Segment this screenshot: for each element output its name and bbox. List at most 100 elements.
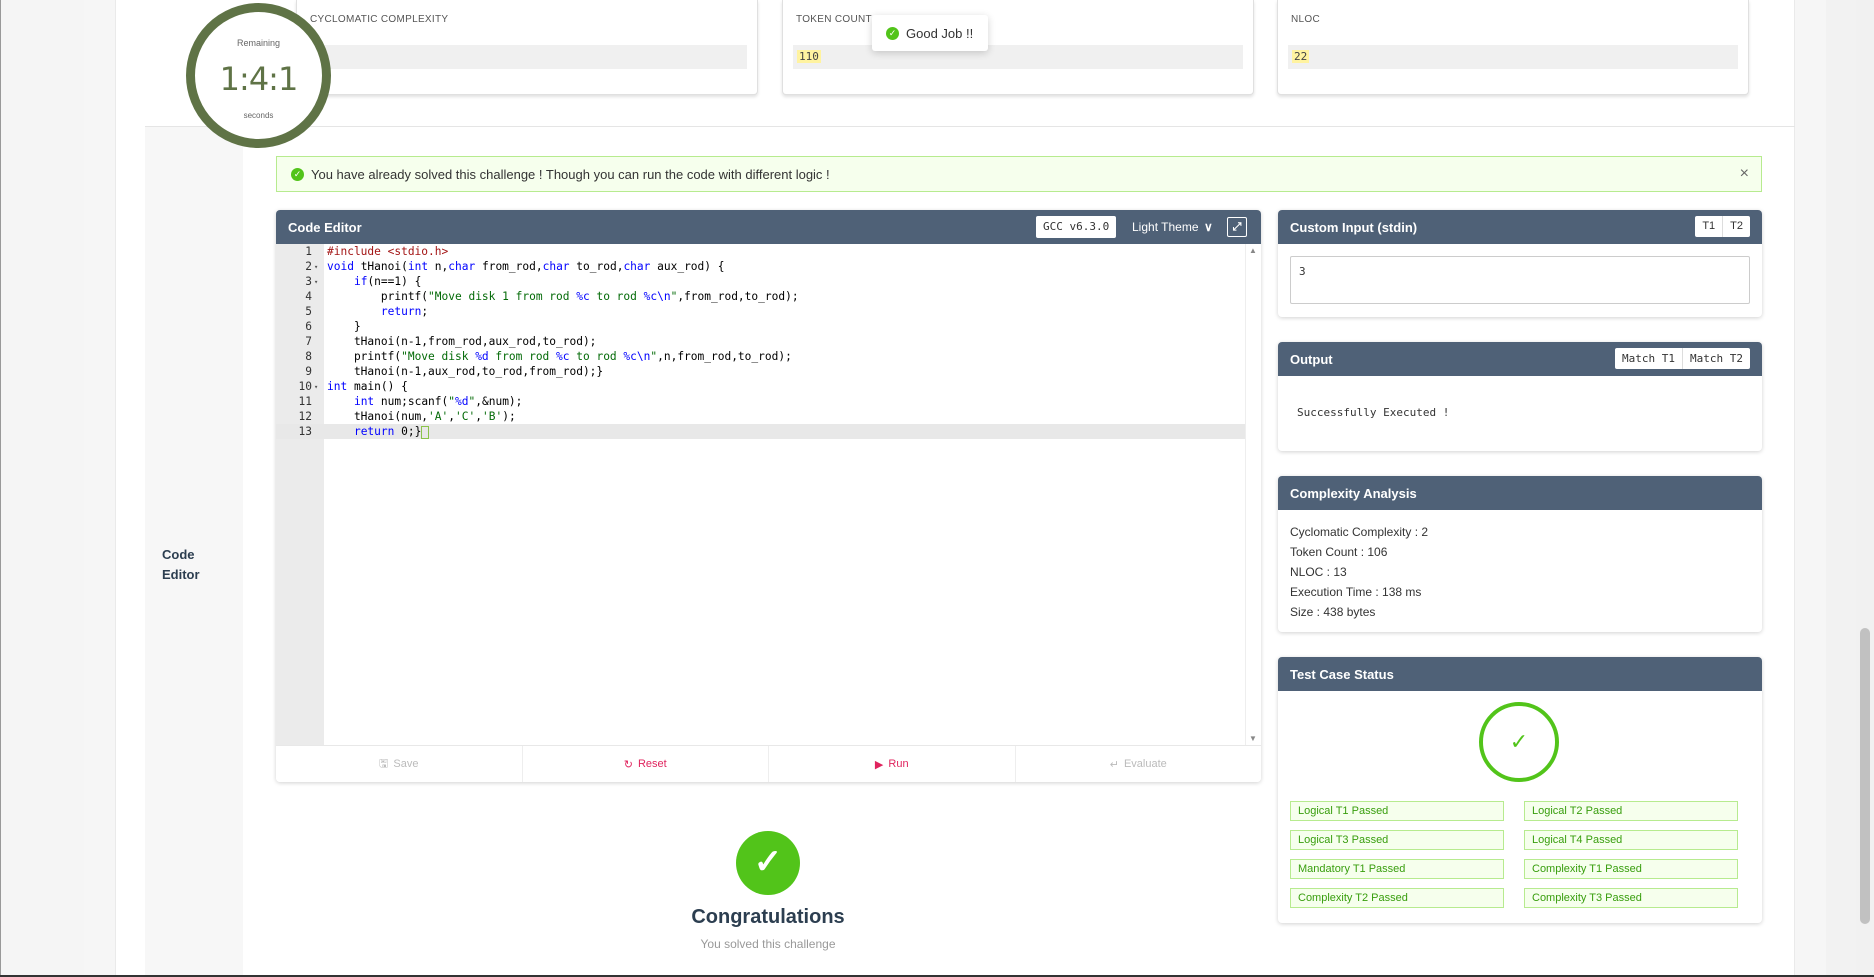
output-panel: Output Match T1 Match T2 Successfully Ex… xyxy=(1278,342,1762,451)
test-tag: Logical T3 Passed xyxy=(1290,830,1504,850)
text-cursor xyxy=(421,425,430,439)
check-circle-icon: ✓ xyxy=(1479,702,1559,782)
editor-scrollbar[interactable]: ▲ ▼ xyxy=(1245,244,1261,745)
code-line: 11 int num;scanf("%d",&num); xyxy=(298,395,523,408)
toast-text: Good Job !! xyxy=(906,25,974,41)
run-button[interactable]: ▶ Run xyxy=(769,746,1016,782)
test-tag: Complexity T3 Passed xyxy=(1524,888,1738,908)
countdown-timer: Remaining 1:4:1 seconds xyxy=(186,3,331,148)
success-check-icon: ✓ xyxy=(736,831,800,895)
metric-bar: 22 xyxy=(1288,45,1738,69)
stdin-test-buttons: T1 T2 xyxy=(1695,216,1750,237)
solved-alert: ✓ You have already solved this challenge… xyxy=(276,156,1762,192)
match-t2-button[interactable]: Match T2 xyxy=(1683,348,1750,369)
test-status-title: Test Case Status xyxy=(1290,666,1394,682)
section-divider xyxy=(145,126,1795,127)
compiler-select[interactable]: GCC v6.3.0 xyxy=(1036,216,1117,238)
t2-button[interactable]: T2 xyxy=(1723,216,1750,237)
editor-title: Code Editor xyxy=(288,219,362,235)
complexity-item: NLOC : 13 xyxy=(1290,565,1347,579)
code-line: 9 tHanoi(n-1,aux_rod,to_rod,from_rod);} xyxy=(305,365,604,378)
congrats-subtitle: You solved this challenge xyxy=(700,937,836,951)
congrats-title: Congratulations xyxy=(691,906,845,928)
chevron-down-icon[interactable]: ∨ xyxy=(1204,210,1213,244)
left-gutter xyxy=(0,0,84,977)
section-label: Code Editor xyxy=(162,547,200,582)
code-line: 7 tHanoi(n-1,from_rod,aux_rod,to_rod); xyxy=(305,335,597,348)
test-tag: Complexity T2 Passed xyxy=(1290,888,1504,908)
output-header: Output Match T1 Match T2 xyxy=(1278,342,1762,376)
scrollbar-thumb[interactable] xyxy=(1860,628,1870,924)
test-status-header: Test Case Status xyxy=(1278,657,1762,691)
play-icon: ▶ xyxy=(874,758,884,771)
complexity-item: Cyclomatic Complexity : 2 xyxy=(1290,525,1429,539)
code-editor-panel: Code Editor GCC v6.3.0 Light Theme ∨ ⤢ ▲… xyxy=(276,210,1261,782)
code-line: 3 ▾ if(n==1) { xyxy=(305,275,422,290)
code-line: 10 ▾ int main() { xyxy=(298,380,408,395)
close-icon[interactable]: × xyxy=(1740,165,1749,183)
stdin-textarea[interactable]: 3 xyxy=(1290,256,1750,304)
output-title: Output xyxy=(1290,351,1333,367)
metric-value: 110 xyxy=(797,50,821,63)
timer-unit: seconds xyxy=(243,111,274,120)
metric-label: CYCLOMATIC COMPLEXITY xyxy=(310,14,449,25)
editor-header: Code Editor GCC v6.3.0 Light Theme ∨ ⤢ xyxy=(276,210,1261,244)
code-line: 5 return; xyxy=(305,305,429,318)
complexity-item: Size : 438 bytes xyxy=(1290,605,1376,619)
code-line-active: 13 return 0;} xyxy=(276,424,1245,439)
test-tag: Logical T4 Passed xyxy=(1524,830,1738,850)
check-circle-icon: ✓ xyxy=(886,26,899,40)
output-text: Successfully Executed ! xyxy=(1297,406,1450,419)
metric-nloc-card: NLOC 22 xyxy=(1277,0,1749,95)
reset-button[interactable]: ↻ Reset xyxy=(523,746,769,782)
metric-bar: 2 xyxy=(307,45,747,69)
scroll-down-icon[interactable]: ▼ xyxy=(1249,734,1257,743)
code-line: 6 } xyxy=(305,320,361,333)
complexity-header: Complexity Analysis xyxy=(1278,476,1762,510)
test-case-status-panel: Test Case Status ✓ Logical T1 Passed Log… xyxy=(1278,657,1762,923)
metric-bar: 110 xyxy=(793,45,1243,69)
stdin-title: Custom Input (stdin) xyxy=(1290,219,1418,235)
alert-text: You have already solved this challenge !… xyxy=(311,166,830,182)
metric-label: NLOC xyxy=(1291,14,1320,25)
match-t1-button[interactable]: Match T1 xyxy=(1615,348,1684,369)
complexity-item: Token Count : 106 xyxy=(1290,545,1388,559)
metric-label: TOKEN COUNT xyxy=(796,14,872,25)
timer-label: Remaining xyxy=(236,38,281,48)
match-buttons: Match T1 Match T2 xyxy=(1615,348,1750,369)
code-line: 4 printf("Move disk 1 from rod %c to rod… xyxy=(305,290,799,303)
fold-icon[interactable]: ▾ xyxy=(314,260,318,275)
save-icon: 🖫 xyxy=(379,757,389,770)
enter-icon: ↵ xyxy=(1109,758,1119,771)
test-tag: Complexity T1 Passed xyxy=(1524,859,1738,879)
check-circle-icon: ✓ xyxy=(291,167,304,181)
t1-button[interactable]: T1 xyxy=(1695,216,1724,237)
scroll-up-icon[interactable]: ▲ xyxy=(1249,246,1257,255)
theme-select[interactable]: Light Theme xyxy=(1132,210,1199,244)
complexity-panel: Complexity Analysis Cyclomatic Complexit… xyxy=(1278,476,1762,632)
fold-icon[interactable]: ▾ xyxy=(314,380,318,395)
code-area[interactable]: ▲ ▼ 1 #include <stdio.h> 2 ▾ void tHanoi(int… xyxy=(276,244,1261,745)
evaluate-button[interactable]: ↵ Evaluate xyxy=(1016,746,1262,782)
stdin-header: Custom Input (stdin) T1 T2 xyxy=(1278,210,1762,244)
reset-icon: ↻ xyxy=(623,758,633,771)
code-line: 1 #include <stdio.h> xyxy=(305,245,449,258)
test-tag: Logical T2 Passed xyxy=(1524,801,1738,821)
complexity-title: Complexity Analysis xyxy=(1290,485,1417,501)
save-button[interactable]: 🖫 Save xyxy=(276,746,523,782)
code-line: 12 tHanoi(num,'A','C','B'); xyxy=(298,410,516,423)
code-line: 2 ▾ void tHanoi(int n,char from_rod,char t… xyxy=(305,260,725,275)
complexity-item: Execution Time : 138 ms xyxy=(1290,585,1422,599)
custom-input-panel: Custom Input (stdin) T1 T2 3 xyxy=(1278,210,1762,317)
editor-actions: 🖫 Save ↻ Reset ▶ Run ↵ Evaluate xyxy=(276,745,1261,782)
code-line: 8 printf("Move disk %d from rod %c to ro… xyxy=(305,350,792,363)
toast-notification: ✓ Good Job !! xyxy=(872,15,988,51)
metric-cyclomatic-card: CYCLOMATIC COMPLEXITY 2 xyxy=(296,0,758,95)
fullscreen-icon[interactable]: ⤢ xyxy=(1227,217,1247,237)
metric-token-card: TOKEN COUNT 110 xyxy=(782,0,1254,95)
timer-value: 1:4:1 xyxy=(219,60,299,98)
test-tag: Logical T1 Passed xyxy=(1290,801,1504,821)
fold-icon[interactable]: ▾ xyxy=(314,275,318,290)
complexity-list: Cyclomatic Complexity : 2 Token Count : … xyxy=(1290,522,1428,622)
test-tag: Mandatory T1 Passed xyxy=(1290,859,1504,879)
